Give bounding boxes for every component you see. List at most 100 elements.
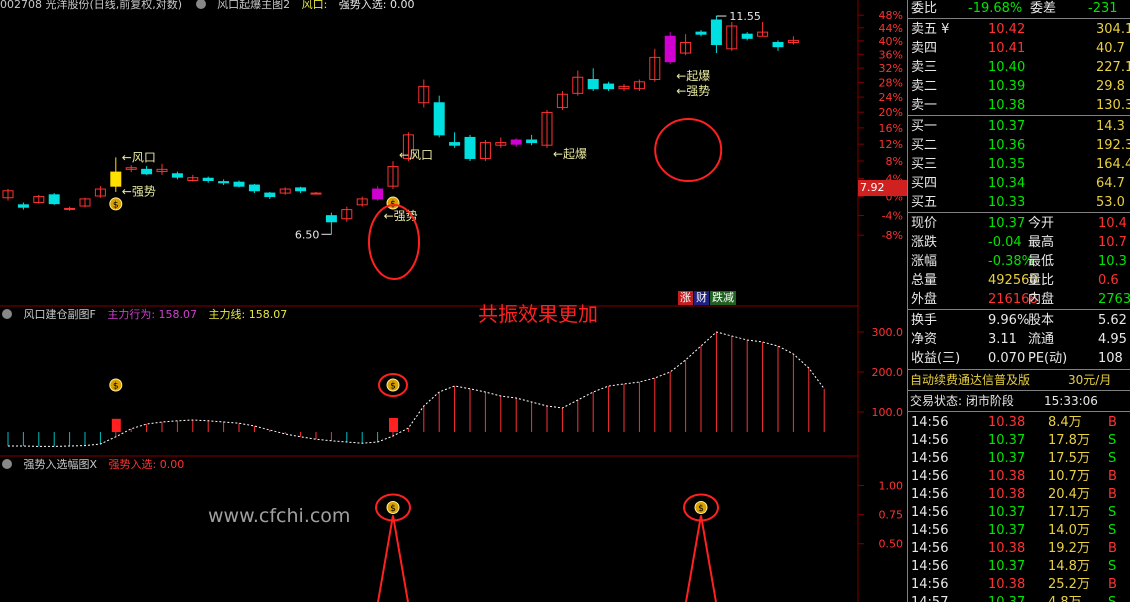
divider (908, 390, 1130, 391)
promo-price[interactable]: 30元/月 (1068, 371, 1111, 390)
candle-body (433, 102, 445, 136)
ask-row: 卖四 10.41 40.7 (908, 39, 1130, 58)
tick-volume: 14.0万 (1048, 523, 1090, 538)
tick-row: 14:56 10.37 17.8万 S (908, 431, 1130, 450)
pct-tick-label: 24% (879, 91, 903, 104)
candle-body (233, 181, 245, 187)
candle-body (171, 173, 183, 178)
stat-value: 3.11 (988, 332, 1017, 347)
badge-cai[interactable]: 财 (694, 291, 709, 305)
tick-time: 14:56 (911, 433, 949, 448)
stat-value: 9.96% (988, 313, 1030, 328)
ask-label: 卖四 (911, 41, 938, 56)
candle-body (372, 188, 384, 200)
tick-price: 10.38 (988, 541, 1026, 556)
weibi-value: -19.68% (968, 1, 1023, 16)
bid-row: 买二 10.36 192.3 (908, 136, 1130, 155)
candle-body (202, 177, 214, 181)
collapse-icon[interactable] (195, 0, 206, 9)
bid-price: 10.33 (988, 195, 1026, 210)
main-line-value: 主力线: 158.07 (208, 308, 288, 321)
candle-body (48, 194, 60, 205)
tick-side: S (1108, 505, 1117, 520)
stat-value: 27639 (1098, 292, 1130, 307)
bid-volume: 64.7 (1096, 176, 1125, 191)
mid-panel-header: 风口建仓副图F 主力行为: 158.07 主力线: 158.07 (0, 307, 295, 323)
stat-label: 收益(三) (911, 351, 961, 366)
bottom-panel-header: 强势入选幅图X 强势入选: 0.00 (0, 457, 192, 473)
bid-volume: 14.3 (1096, 119, 1125, 134)
stat-value: 5.62 (1098, 313, 1127, 328)
stat-label: 现价 (911, 216, 938, 231)
signal-coin-icon-glyph: $ (113, 200, 119, 210)
bid-label: 买四 (911, 176, 938, 191)
candle-body (218, 181, 230, 184)
annot-wind: ←风口 (122, 150, 156, 164)
tick-time: 14:56 (911, 451, 949, 466)
stat-value: 0.070 (988, 351, 1026, 366)
osc-tick-label: 100.0 (872, 406, 904, 419)
divider (908, 115, 1130, 116)
bottom-indicator-name[interactable]: 强势入选幅图X (24, 458, 98, 471)
candle-body (526, 139, 538, 144)
pct-tick-label: 36% (879, 48, 903, 61)
promo-row[interactable]: 自动续费通达信普及版 30元/月 (908, 371, 1130, 390)
candle-body (510, 139, 522, 145)
divider (908, 18, 1130, 19)
ask-price: 10.38 (988, 98, 1026, 113)
stat-label: 股本 (1028, 313, 1055, 328)
stat-label: 涨幅 (911, 254, 938, 269)
stat-label: 今开 (1028, 216, 1055, 231)
ask-volume: 227.1 (1096, 60, 1130, 75)
pct-tick-label: 32% (879, 62, 903, 75)
bid-volume: 53.0 (1096, 195, 1125, 210)
badge-zhang[interactable]: 涨 (678, 291, 693, 305)
candle-body (587, 79, 599, 90)
stat-value: 10.7 (1098, 235, 1127, 250)
tick-volume: 10.7万 (1048, 469, 1090, 484)
mid-indicator-name[interactable]: 风口建仓副图F (24, 308, 96, 321)
strong-coin-icon-glyph: $ (390, 504, 396, 514)
collapse-icon[interactable] (2, 309, 12, 319)
trade-status: 交易状态: 闭市阶段 (910, 394, 1014, 408)
stat-row: 换手 9.96% 股本 5.62 (908, 311, 1130, 330)
ask-label: 卖一 (911, 98, 938, 113)
tick-side: B (1108, 415, 1117, 430)
candle-body (295, 187, 307, 192)
collapse-icon[interactable] (2, 459, 12, 469)
candle-body (110, 171, 122, 187)
main-indicator-name[interactable]: 风口起爆主图2 (217, 0, 290, 11)
stat-label: 总量 (911, 273, 938, 288)
tick-row: 14:56 10.38 8.4万 B (908, 413, 1130, 432)
tick-time: 14:56 (911, 487, 949, 502)
strong-coin-icon-glyph: $ (698, 504, 704, 514)
stat-label: PE(动) (1028, 351, 1068, 366)
candle-body (141, 168, 153, 175)
badge-zhen[interactable]: 跌减 (710, 291, 736, 305)
status-row: 交易状态: 闭市阶段 15:33:06 (908, 392, 1130, 411)
candle-body (264, 192, 276, 198)
chart-workspace[interactable]: 48% 44% 40% 36% 32% 28% 24% 20% 16% 12% 8% 4% 0% -4% -… (0, 0, 1130, 602)
strong-tick-label: 0.50 (879, 538, 904, 551)
promo-text[interactable]: 自动续费通达信普及版 (910, 371, 1030, 390)
chart-svg[interactable]: 48%44%40%36%32%28%24%20%16%12%8%4%0%-4%-… (0, 0, 907, 602)
candle-body (248, 184, 260, 192)
tick-volume: 14.8万 (1048, 559, 1090, 574)
ask-price: 10.42 (988, 22, 1026, 37)
tick-side: B (1108, 541, 1117, 556)
bid-label: 买一 (911, 119, 938, 134)
tick-side: B (1108, 469, 1117, 484)
pct-tick-label: 48% (879, 9, 903, 22)
bid-row: 买一 10.37 14.3 (908, 117, 1130, 136)
tick-volume: 17.5万 (1048, 451, 1090, 466)
stat-label: 换手 (911, 313, 938, 328)
annot-wind: ←风口 (399, 148, 433, 162)
tick-side: B (1108, 577, 1117, 592)
bid-label: 买二 (911, 138, 938, 153)
tick-time: 14:56 (911, 577, 949, 592)
tick-volume: 17.8万 (1048, 433, 1090, 448)
bid-price: 10.36 (988, 138, 1026, 153)
tick-price: 10.37 (988, 433, 1026, 448)
bid-volume: 164.4 (1096, 157, 1130, 172)
stat-row: 总量 492560 量比 0.6 (908, 271, 1130, 290)
